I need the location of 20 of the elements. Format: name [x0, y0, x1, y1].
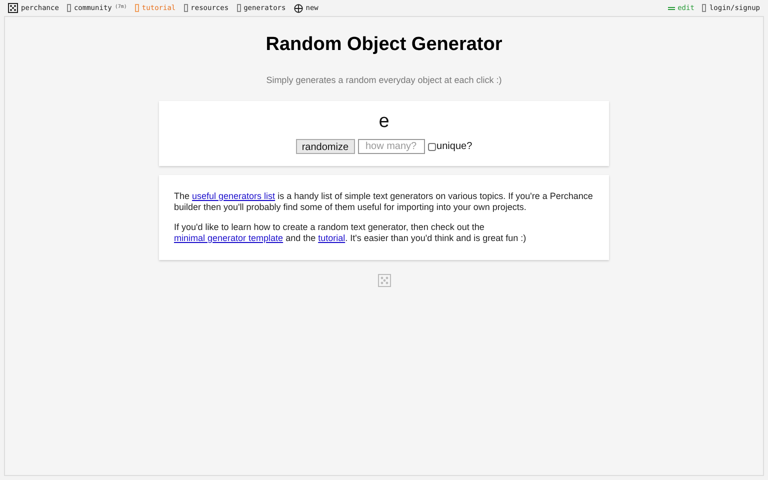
info-paragraph: If you'd like to learn how to create a random text generator, then check out the minimal generator template and the tutorial. It's easier than you'd think and is great fun :)	[174, 222, 528, 244]
output-text: e	[378, 111, 390, 133]
count-field[interactable]: how many?	[358, 139, 425, 154]
page-title: Random Object Generator	[266, 33, 502, 57]
text-link[interactable]: tutorial	[318, 233, 346, 243]
info-paragraph: The useful generators list is a handy list of simple text generators on various topics. If you're a Perchance builder then you'll probably find some of them useful for importing into your own projects.	[174, 191, 594, 213]
box-icon	[134, 4, 139, 12]
box-icon	[236, 4, 241, 12]
box-icon	[702, 4, 706, 12]
subtitle: Simply generates a random everyday object at each click :)	[266, 74, 502, 87]
globe-plus-icon	[294, 4, 303, 12]
unique-label: unique?	[436, 140, 472, 154]
text-link[interactable]: useful generators list	[192, 191, 276, 201]
box-icon	[184, 4, 188, 12]
dice-icon	[378, 274, 390, 287]
text-link[interactable]: minimal generator template	[174, 233, 284, 243]
unique-checkbox[interactable]	[428, 142, 436, 150]
dice-icon	[8, 3, 18, 13]
box-icon	[66, 4, 71, 12]
randomize-button[interactable]: randomize	[296, 139, 355, 154]
